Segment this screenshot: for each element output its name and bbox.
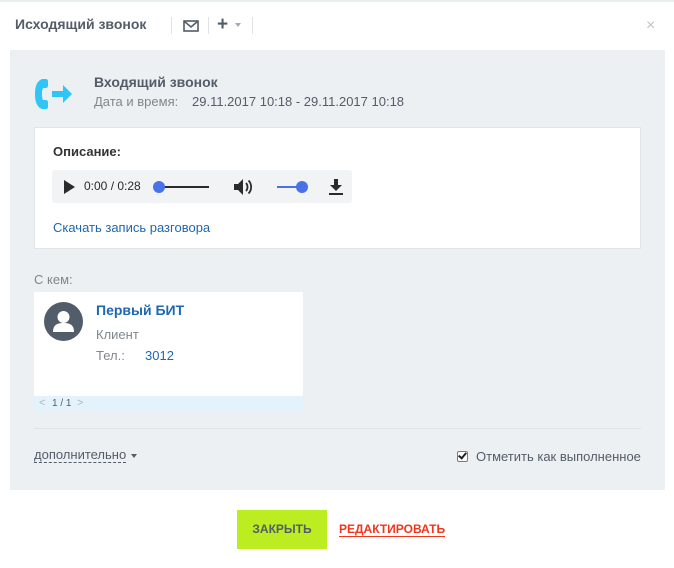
- phone-incoming-icon: [35, 79, 72, 109]
- divider: [34, 428, 641, 429]
- volume-icon[interactable]: [233, 178, 253, 196]
- date-value: 29.11.2017 10:18 - 29.11.2017 10:18: [192, 94, 405, 109]
- check-icon: [458, 450, 467, 460]
- contact-name-link[interactable]: Первый БИТ: [96, 302, 184, 318]
- download-icon[interactable]: [328, 178, 344, 196]
- dialog-header: Исходящий звонок + ×: [0, 2, 674, 50]
- audio-progress-handle[interactable]: [153, 181, 165, 193]
- close-button[interactable]: ЗАКРЫТЬ: [237, 510, 327, 549]
- chevron-down-icon[interactable]: [131, 454, 137, 458]
- contact-type: Клиент: [96, 327, 139, 342]
- more-toggle[interactable]: дополнительно: [34, 448, 127, 463]
- play-icon[interactable]: [64, 180, 75, 194]
- complete-label[interactable]: Отметить как выполненное: [476, 449, 641, 464]
- activity-title: Входящий звонок: [94, 74, 218, 90]
- audio-progress-track[interactable]: [159, 186, 209, 188]
- chevron-down-icon[interactable]: [235, 23, 241, 27]
- chevron-left-icon[interactable]: <: [39, 397, 45, 409]
- user-icon: [53, 311, 74, 332]
- date-label: Дата и время:: [94, 94, 179, 109]
- phone-label: Тел.:: [96, 348, 125, 363]
- download-recording-link[interactable]: Скачать запись разговора: [53, 220, 210, 235]
- audio-player: 0:00 / 0:28: [52, 170, 352, 203]
- header-separator: [252, 17, 253, 34]
- avatar: [44, 302, 83, 341]
- phone-link[interactable]: 3012: [145, 348, 174, 363]
- pager-count: 1 / 1: [52, 398, 72, 409]
- header-separator: [171, 17, 172, 34]
- chevron-right-icon[interactable]: >: [77, 397, 83, 409]
- audio-time: 0:00 / 0:28: [84, 179, 141, 193]
- header-separator: [208, 17, 209, 34]
- description-label: Описание:: [53, 144, 121, 159]
- mail-icon[interactable]: [183, 18, 199, 34]
- contact-card: Первый БИТ Клиент Тел.: 3012 < 1 / 1 >: [34, 292, 303, 412]
- activity-panel: Входящий звонок Дата и время: 29.11.2017…: [10, 50, 665, 490]
- dialog-title: Исходящий звонок: [15, 16, 147, 32]
- close-icon[interactable]: ×: [646, 18, 655, 34]
- plus-icon[interactable]: +: [217, 15, 228, 35]
- contact-pager: < 1 / 1 >: [34, 396, 303, 412]
- complete-checkbox[interactable]: [457, 450, 468, 462]
- volume-handle[interactable]: [296, 181, 308, 193]
- edit-button[interactable]: РЕДАКТИРОВАТЬ: [339, 522, 446, 537]
- communications-label: С кем:: [34, 272, 73, 287]
- description-box: Описание: 0:00 / 0:28 Скачать запись раз…: [34, 127, 641, 249]
